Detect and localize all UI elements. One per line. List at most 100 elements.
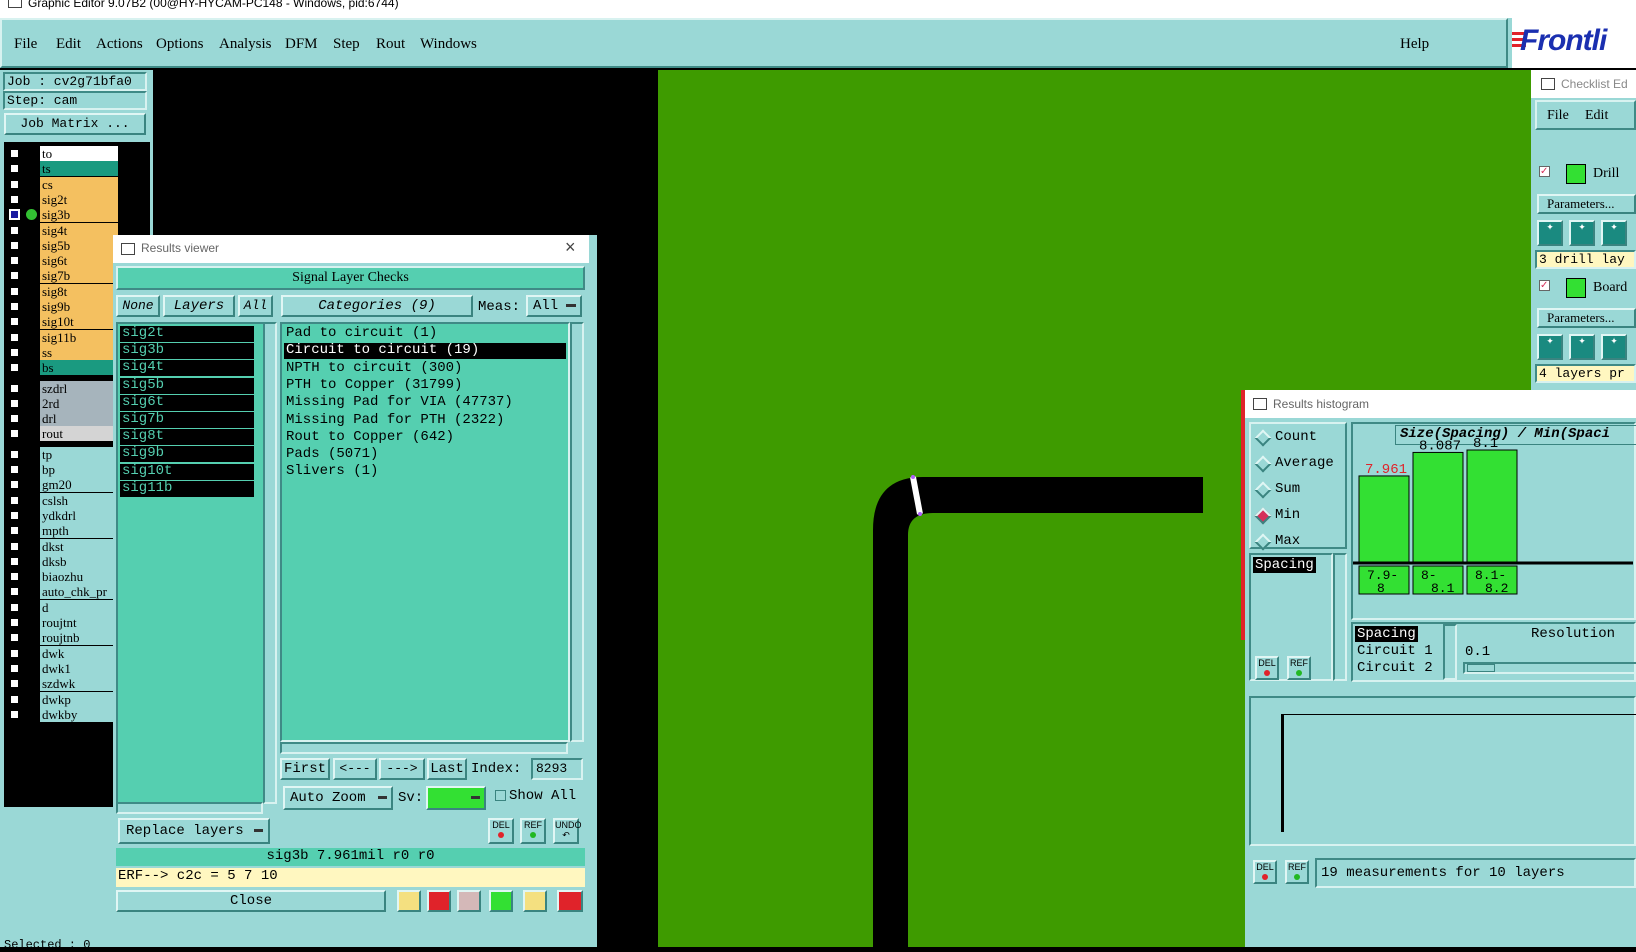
layer-row-sig3b[interactable]: sig3b bbox=[6, 207, 118, 223]
layer-name[interactable]: auto_chk_pr bbox=[40, 584, 118, 600]
layer-checkbox[interactable] bbox=[9, 316, 20, 328]
attr-item[interactable]: Spacing bbox=[1355, 626, 1418, 642]
layer-name[interactable]: 2rd bbox=[40, 395, 118, 411]
layer-row-sig2t[interactable]: sig2t bbox=[6, 191, 118, 207]
board-check-checkbox[interactable]: ✓ bbox=[1539, 280, 1550, 291]
layer-name[interactable]: szdrl bbox=[40, 380, 118, 396]
layer-row-biaozhu[interactable]: biaozhu bbox=[6, 569, 118, 585]
layer-checkbox[interactable] bbox=[9, 601, 20, 613]
layer-name[interactable]: ydkdrl bbox=[40, 507, 118, 523]
layer-checkbox[interactable] bbox=[9, 239, 20, 251]
menu-edit[interactable]: Edit bbox=[56, 36, 81, 53]
filter-layer-item[interactable]: sig4t bbox=[120, 360, 254, 377]
tool-icon-4[interactable] bbox=[489, 890, 513, 912]
summary-del-button[interactable]: DEL bbox=[1253, 860, 1277, 884]
layer-list-hscrollbar[interactable] bbox=[116, 802, 263, 814]
attr-list-scrollbar[interactable] bbox=[1443, 624, 1457, 680]
layer-name[interactable]: bs bbox=[40, 360, 118, 376]
layer-name[interactable]: to bbox=[40, 146, 118, 161]
field-list-scrollbar[interactable] bbox=[1333, 553, 1347, 681]
layer-row-dksb[interactable]: dksb bbox=[6, 553, 118, 569]
filter-layer-item[interactable]: sig3b bbox=[120, 343, 254, 360]
category-item[interactable]: Circuit to circuit (19) bbox=[284, 343, 566, 360]
layer-row-rout[interactable]: rout bbox=[6, 426, 118, 442]
layer-checkbox[interactable] bbox=[9, 255, 20, 267]
all-button[interactable]: All bbox=[238, 295, 273, 317]
category-item[interactable]: Missing Pad for PTH (2322) bbox=[284, 412, 566, 429]
menu-dfm[interactable]: DFM bbox=[285, 36, 318, 53]
layer-row-sig11b[interactable]: sig11b bbox=[6, 329, 118, 345]
layers-button[interactable]: Layers bbox=[163, 295, 235, 317]
layer-row-bs[interactable]: bs bbox=[6, 360, 118, 376]
menu-file[interactable]: File bbox=[14, 36, 37, 53]
layer-checkbox[interactable] bbox=[9, 494, 20, 506]
layer-checkbox[interactable] bbox=[9, 708, 20, 720]
last-button[interactable]: Last bbox=[427, 758, 467, 780]
layer-checkbox[interactable] bbox=[9, 331, 20, 343]
category-item[interactable]: Pads (5071) bbox=[284, 447, 566, 463]
layer-name[interactable]: cslsh bbox=[40, 492, 118, 508]
layer-name[interactable]: sig10t bbox=[40, 314, 118, 330]
layer-checkbox[interactable] bbox=[9, 464, 20, 475]
category-item[interactable]: Missing Pad for VIA (47737) bbox=[284, 395, 566, 411]
resolution-slider[interactable] bbox=[1463, 662, 1636, 674]
layer-checkbox[interactable] bbox=[9, 540, 20, 552]
layer-name[interactable]: sig3b bbox=[40, 207, 118, 223]
layer-name[interactable]: sig11b bbox=[40, 329, 118, 345]
layer-checkbox[interactable] bbox=[9, 448, 20, 460]
layer-checkbox[interactable] bbox=[9, 586, 20, 598]
layer-checkbox[interactable] bbox=[9, 662, 20, 674]
layer-row-dwk[interactable]: dwk bbox=[6, 645, 118, 661]
layer-name[interactable]: dwkp bbox=[40, 691, 118, 707]
attr-item[interactable]: Circuit 1 bbox=[1355, 643, 1435, 659]
mode-radio-average[interactable] bbox=[1254, 455, 1272, 473]
replace-layers-select[interactable]: Replace layers bbox=[118, 818, 270, 844]
layer-row-szdrl[interactable]: szdrl bbox=[6, 380, 118, 396]
menu-analysis[interactable]: Analysis bbox=[219, 36, 272, 53]
layer-row-szdwk[interactable]: szdwk bbox=[6, 676, 118, 692]
layer-row-dwkp[interactable]: dwkp bbox=[6, 691, 118, 707]
layer-name[interactable]: tp bbox=[40, 446, 118, 462]
ref-button[interactable]: REF bbox=[520, 818, 546, 844]
histogram-bar[interactable] bbox=[1412, 451, 1464, 563]
layer-checkbox[interactable] bbox=[9, 346, 20, 358]
layer-name[interactable]: sig8t bbox=[40, 283, 118, 299]
layer-checkbox[interactable] bbox=[9, 479, 20, 491]
layer-checkbox[interactable] bbox=[9, 428, 20, 440]
filter-layer-item[interactable]: sig5b bbox=[120, 377, 254, 394]
layer-name[interactable]: biaozhu bbox=[40, 569, 118, 585]
prev-button[interactable]: <--- bbox=[333, 758, 377, 780]
layer-name[interactable]: cs bbox=[40, 176, 118, 192]
run-icon-5[interactable]: ✦ bbox=[1569, 334, 1595, 360]
category-list-scrollbar[interactable] bbox=[570, 322, 584, 742]
tool-icon-2[interactable] bbox=[427, 890, 451, 912]
show-all-checkbox[interactable] bbox=[495, 790, 506, 801]
layer-name[interactable]: szdwk bbox=[40, 676, 118, 692]
category-list-hscrollbar[interactable] bbox=[280, 742, 568, 754]
layer-row-tp[interactable]: tp bbox=[6, 446, 118, 462]
drill-check-checkbox[interactable]: ✓ bbox=[1539, 166, 1550, 177]
layer-row-dwk1[interactable]: dwk1 bbox=[6, 660, 118, 676]
layer-name[interactable]: sig4t bbox=[40, 222, 118, 238]
layer-name[interactable]: gm20 bbox=[40, 477, 118, 493]
layer-row-ss[interactable]: ss bbox=[6, 344, 118, 360]
job-matrix-button[interactable]: Job Matrix ... bbox=[4, 113, 146, 135]
layer-row-sig8t[interactable]: sig8t bbox=[6, 283, 118, 299]
layer-row-sig5b[interactable]: sig5b bbox=[6, 237, 118, 253]
layer-name[interactable]: ss bbox=[40, 344, 118, 360]
index-input[interactable]: 8293 bbox=[531, 758, 583, 780]
filter-layer-item[interactable]: sig9b bbox=[120, 446, 254, 463]
category-item[interactable]: PTH to Copper (31799) bbox=[284, 377, 566, 394]
layer-name[interactable]: sig2t bbox=[40, 191, 118, 207]
category-item[interactable]: Slivers (1) bbox=[284, 464, 566, 480]
histo-ref-button[interactable]: REF bbox=[1287, 656, 1311, 680]
category-item[interactable]: Rout to Copper (642) bbox=[284, 429, 566, 446]
layer-checkbox[interactable] bbox=[9, 224, 20, 236]
filter-layer-item[interactable]: sig7b bbox=[120, 412, 254, 428]
zoom-select[interactable]: Auto Zoom bbox=[283, 786, 393, 810]
layer-checkbox[interactable] bbox=[9, 678, 20, 690]
histogram-bar[interactable] bbox=[1358, 475, 1410, 563]
tool-icon-5[interactable] bbox=[523, 890, 547, 912]
layer-name[interactable]: dkst bbox=[40, 538, 118, 554]
attr-list[interactable]: Spacing Circuit 1 Circuit 2 bbox=[1353, 624, 1441, 680]
